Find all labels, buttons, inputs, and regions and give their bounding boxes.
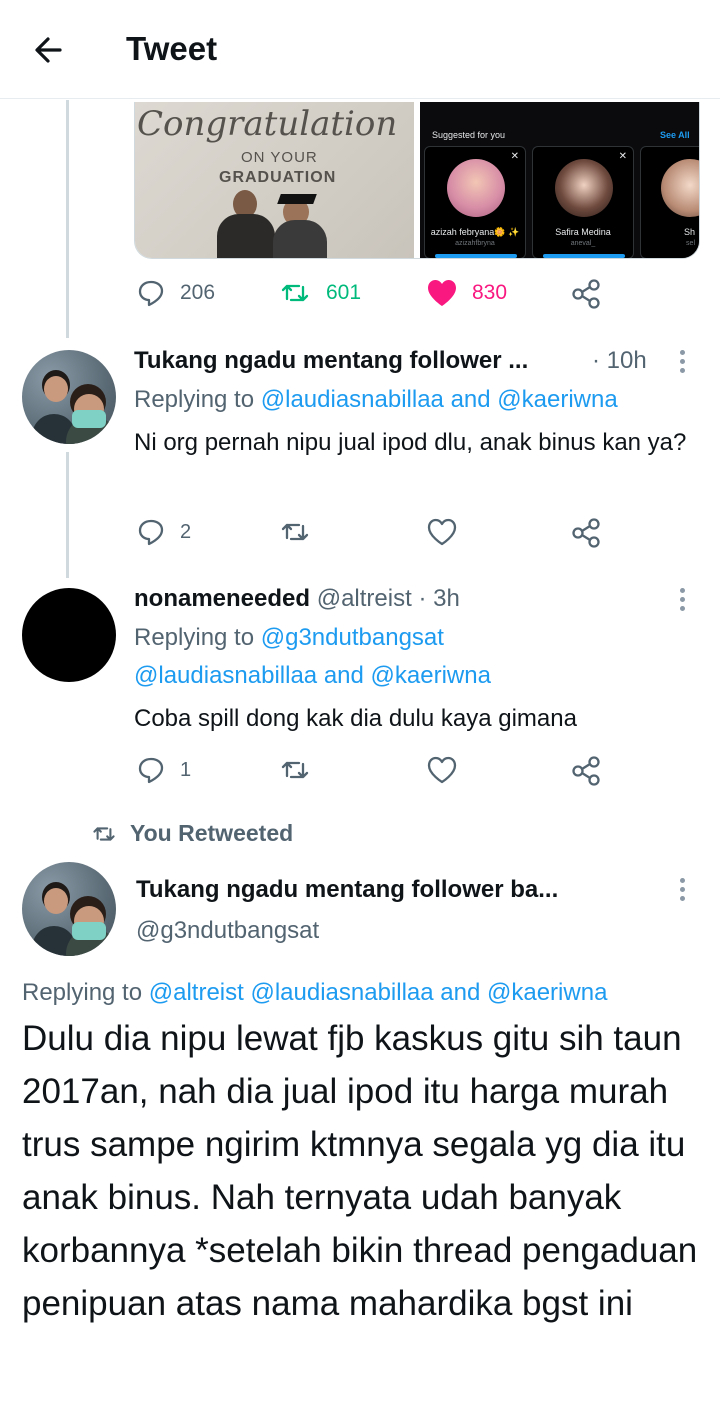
retweet-icon [281,284,309,302]
share-icon [572,756,600,786]
more-options-icon[interactable] [680,588,686,615]
thread-line [66,100,69,338]
replying-to: Replying to @g3ndutbangsat [134,619,444,657]
suggested-name: Safira Medina [555,227,611,237]
reply-icon [138,519,164,546]
close-icon: ✕ [618,151,627,162]
avatar[interactable] [22,350,116,444]
tweet-text: Dulu dia nipu lewat fjb kaskus gitu sih … [22,1019,698,1323]
share-icon [572,279,600,309]
author-handle: @altreist [316,585,412,612]
replying-to-prefix: Replying to [22,979,143,1006]
suggested-handle: sel [686,240,695,247]
heart-filled-icon [428,280,456,306]
reply-icon [138,280,164,307]
reply-button[interactable]: 1 [136,755,191,785]
retweet-banner: You Retweeted [92,820,293,847]
photo-person [273,220,327,258]
mention-link[interactable]: @g3ndutbangsat [261,624,444,651]
avatar[interactable] [22,862,116,956]
like-button[interactable] [426,755,458,785]
share-button[interactable] [570,755,602,787]
thread-line [66,452,69,578]
photo-text-on-your: ON YOUR [241,149,318,166]
timestamp: · 3h [418,585,460,612]
retweet-button[interactable] [280,517,310,547]
replying-to-prefix: Replying to [134,624,255,651]
suggested-handle: azizahfbryna [455,240,495,247]
reply-count: 206 [180,281,216,304]
reply-count: 2 [180,520,192,543]
tweet-text: Coba spill dong kak dia dulu kaya gimana [134,705,577,732]
more-options-icon[interactable] [680,350,686,377]
share-icon [572,518,600,548]
avatar [555,159,613,217]
avatar [661,159,699,217]
suggested-screenshot[interactable]: Suggested for you See All ✕ azizah febry… [420,102,699,258]
close-icon: ✕ [510,151,519,162]
heart-icon [427,518,457,546]
retweet-count: 601 [326,281,362,304]
reply-count: 1 [180,758,192,781]
like-button[interactable] [426,517,458,547]
reply-button[interactable]: 206 [136,278,215,308]
replying-to: Replying to @altreist @laudiasnabillaa a… [22,974,607,1012]
more-options-icon[interactable] [680,878,686,905]
page-title: Tweet [126,30,218,67]
retweet-icon [281,761,309,779]
photo-text-graduation: GRADUATION [219,169,337,186]
author-name[interactable]: Tukang ngadu mentang follower ba... [136,876,558,904]
like-count: 830 [472,281,508,304]
avatar [447,159,505,217]
follow-button [543,254,625,258]
mention-link[interactable]: @altreist @laudiasnabillaa and @kaeriwna [149,979,608,1006]
author-handle[interactable]: @g3ndutbangsat [136,917,319,945]
suggested-handle: aneval_ [570,240,596,247]
follow-button [435,254,517,258]
photo-text-congrats: Congratulation [137,104,398,144]
see-all-link: See All [660,130,690,140]
suggested-name: Sh [683,227,695,237]
graduation-photo[interactable]: Congratulation ON YOUR GRADUATION [135,102,414,258]
share-button[interactable] [570,517,602,549]
tweet-media[interactable]: Congratulation ON YOUR GRADUATION Sugges… [134,102,700,259]
mention-link[interactable]: @laudiasnabillaa and @kaeriwna [261,386,618,413]
heart-icon [427,756,457,784]
tweet-text: Ni org pernah nipu jual ipod dlu, anak b… [134,429,687,456]
replying-to-prefix: Replying to [134,386,255,413]
top-bar: Tweet [0,0,720,99]
like-button[interactable]: 830 [426,278,507,308]
share-button[interactable] [570,278,602,310]
suggested-card: ✕ azizah febryana🌼 ✨ azizahfbryna [424,146,526,258]
retweet-banner-label: You Retweeted [130,820,294,846]
reply-icon [138,757,164,784]
avatar[interactable] [22,588,116,682]
retweet-button[interactable]: 601 [280,278,361,308]
photo-person [217,214,275,258]
suggested-card: Sh sel [640,146,699,258]
author-display-name: nonameneeded [134,585,311,612]
back-arrow-icon[interactable] [30,30,70,70]
retweet-icon [281,523,309,541]
mention-link[interactable]: @laudiasnabillaa and @kaeriwna [134,657,491,695]
retweet-icon [93,826,115,841]
reply-button[interactable]: 2 [136,517,191,547]
author-name[interactable]: Tukang ngadu mentang follower ... [134,347,528,375]
timestamp[interactable]: · 10h [592,347,647,375]
replying-to: Replying to @laudiasnabillaa and @kaeriw… [134,381,618,419]
retweet-button[interactable] [280,755,310,785]
graduation-cap-icon [277,194,317,204]
suggested-card: ✕ Safira Medina aneval_ [532,146,634,258]
author-name[interactable]: nonameneeded @altreist · 3h [134,585,460,613]
suggested-name: azizah febryana🌼 ✨ [430,227,520,237]
suggested-label: Suggested for you [432,130,506,140]
